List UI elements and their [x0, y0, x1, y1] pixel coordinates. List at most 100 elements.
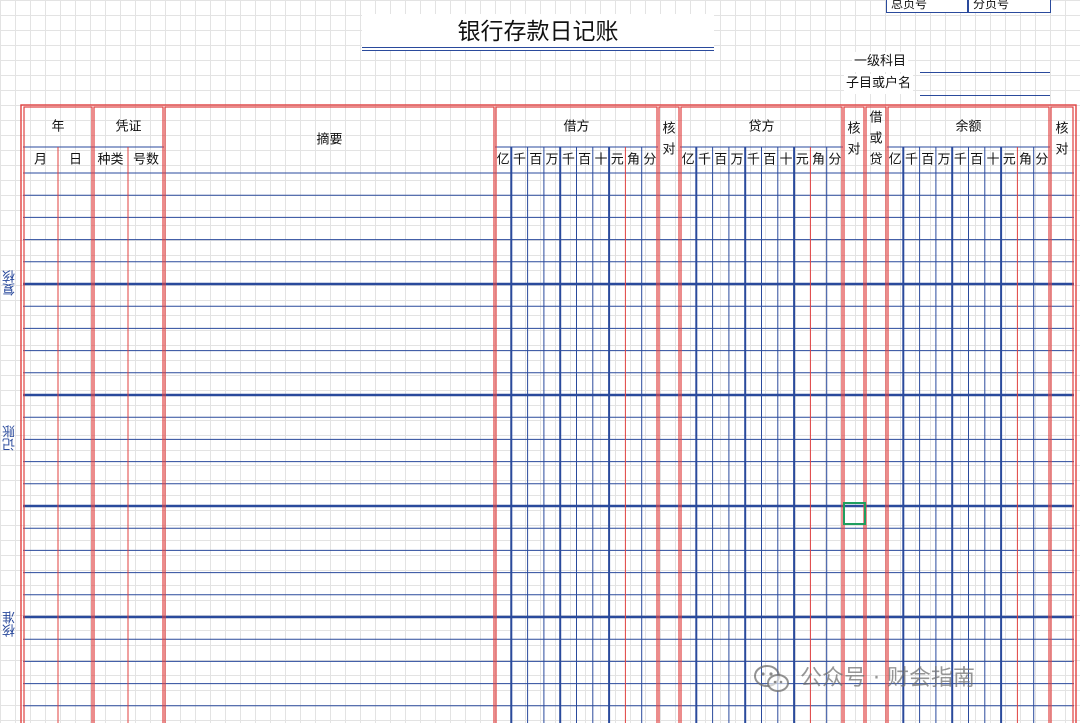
ledger-cell[interactable]: [495, 573, 511, 595]
ledger-cell[interactable]: [23, 195, 58, 217]
ledger-cell[interactable]: [827, 373, 843, 395]
ledger-cell[interactable]: [93, 617, 128, 639]
ledger-cell[interactable]: [625, 484, 641, 506]
ledger-cell[interactable]: [23, 462, 58, 484]
ledger-cell[interactable]: [985, 173, 1001, 195]
ledger-cell[interactable]: [762, 706, 778, 723]
ledger-cell[interactable]: [952, 240, 968, 262]
ledger-cell[interactable]: [778, 573, 794, 595]
ledger-cell[interactable]: [1034, 306, 1050, 328]
ledger-cell[interactable]: [1017, 373, 1033, 395]
ledger-cell[interactable]: [1050, 684, 1074, 706]
ledger-cell[interactable]: [511, 595, 527, 617]
ledger-cell[interactable]: [680, 395, 696, 417]
ledger-cell[interactable]: [903, 262, 919, 284]
ledger-cell[interactable]: [680, 373, 696, 395]
ledger-cell[interactable]: [1001, 351, 1017, 373]
ledger-cell[interactable]: [495, 262, 511, 284]
ledger-cell[interactable]: [495, 328, 511, 350]
ledger-cell[interactable]: [887, 595, 903, 617]
ledger-cell[interactable]: [528, 506, 544, 528]
ledger-cell[interactable]: [58, 351, 93, 373]
ledger-cell[interactable]: [642, 306, 658, 328]
ledger-cell[interactable]: [593, 506, 609, 528]
ledger-cell[interactable]: [1034, 284, 1050, 306]
ledger-cell[interactable]: [696, 351, 712, 373]
ledger-cell[interactable]: [903, 328, 919, 350]
ledger-cell[interactable]: [511, 684, 527, 706]
ledger-cell[interactable]: [128, 195, 164, 217]
ledger-cell[interactable]: [577, 506, 593, 528]
ledger-cell[interactable]: [58, 617, 93, 639]
ledger-cell[interactable]: [969, 706, 985, 723]
ledger-cell[interactable]: [1034, 195, 1050, 217]
ledger-cell[interactable]: [544, 306, 560, 328]
ledger-cell[interactable]: [58, 639, 93, 661]
table-row[interactable]: [23, 306, 1074, 328]
ledger-cell[interactable]: [762, 550, 778, 572]
ledger-cell[interactable]: [560, 373, 576, 395]
ledger-cell[interactable]: [810, 262, 826, 284]
ledger-cell[interactable]: [1017, 639, 1033, 661]
ledger-cell[interactable]: [729, 417, 745, 439]
ledger-cell[interactable]: [936, 506, 952, 528]
ledger-cell[interactable]: [729, 351, 745, 373]
ledger-cell[interactable]: [23, 395, 58, 417]
ledger-cell[interactable]: [511, 217, 527, 239]
ledger-cell[interactable]: [128, 506, 164, 528]
ledger-cell[interactable]: [642, 195, 658, 217]
ledger-cell[interactable]: [778, 506, 794, 528]
ledger-cell[interactable]: [696, 550, 712, 572]
ledger-cell[interactable]: [128, 351, 164, 373]
ledger-cell[interactable]: [1050, 661, 1074, 683]
ledger-cell[interactable]: [936, 217, 952, 239]
ledger-cell[interactable]: [544, 639, 560, 661]
ledger-cell[interactable]: [729, 506, 745, 528]
ledger-cell[interactable]: [1001, 417, 1017, 439]
ledger-cell[interactable]: [936, 706, 952, 723]
ledger-cell[interactable]: [609, 439, 625, 461]
ledger-cell[interactable]: [511, 462, 527, 484]
ledger-cell[interactable]: [93, 462, 128, 484]
ledger-cell[interactable]: [903, 173, 919, 195]
ledger-cell[interactable]: [609, 462, 625, 484]
ledger-cell[interactable]: [511, 639, 527, 661]
ledger-cell[interactable]: [969, 595, 985, 617]
ledger-cell[interactable]: [128, 439, 164, 461]
ledger-cell[interactable]: [985, 462, 1001, 484]
ledger-cell[interactable]: [560, 639, 576, 661]
ledger-cell[interactable]: [658, 328, 680, 350]
ledger-cell[interactable]: [985, 706, 1001, 723]
ledger-cell[interactable]: [865, 284, 887, 306]
ledger-cell[interactable]: [762, 373, 778, 395]
ledger-cell[interactable]: [1034, 484, 1050, 506]
ledger-cell[interactable]: [713, 284, 729, 306]
ledger-cell[interactable]: [936, 550, 952, 572]
ledger-cell[interactable]: [680, 506, 696, 528]
ledger-cell[interactable]: [952, 639, 968, 661]
ledger-cell[interactable]: [609, 528, 625, 550]
ledger-cell[interactable]: [23, 351, 58, 373]
ledger-cell[interactable]: [1001, 550, 1017, 572]
ledger-cell[interactable]: [713, 706, 729, 723]
ledger-cell[interactable]: [1034, 262, 1050, 284]
ledger-cell[interactable]: [1050, 439, 1074, 461]
ledger-cell[interactable]: [1001, 617, 1017, 639]
ledger-cell[interactable]: [560, 706, 576, 723]
ledger-cell[interactable]: [495, 240, 511, 262]
ledger-cell[interactable]: [887, 351, 903, 373]
ledger-cell[interactable]: [1017, 328, 1033, 350]
ledger-cell[interactable]: [128, 417, 164, 439]
ledger-cell[interactable]: [696, 528, 712, 550]
ledger-cell[interactable]: [920, 617, 936, 639]
ledger-cell[interactable]: [93, 528, 128, 550]
ledger-cell[interactable]: [985, 217, 1001, 239]
table-row[interactable]: [23, 639, 1074, 661]
ledger-cell[interactable]: [887, 706, 903, 723]
ledger-cell[interactable]: [745, 328, 761, 350]
ledger-cell[interactable]: [544, 284, 560, 306]
ledger-cell[interactable]: [528, 173, 544, 195]
ledger-cell[interactable]: [93, 395, 128, 417]
ledger-cell[interactable]: [128, 217, 164, 239]
ledger-cell[interactable]: [1050, 506, 1074, 528]
